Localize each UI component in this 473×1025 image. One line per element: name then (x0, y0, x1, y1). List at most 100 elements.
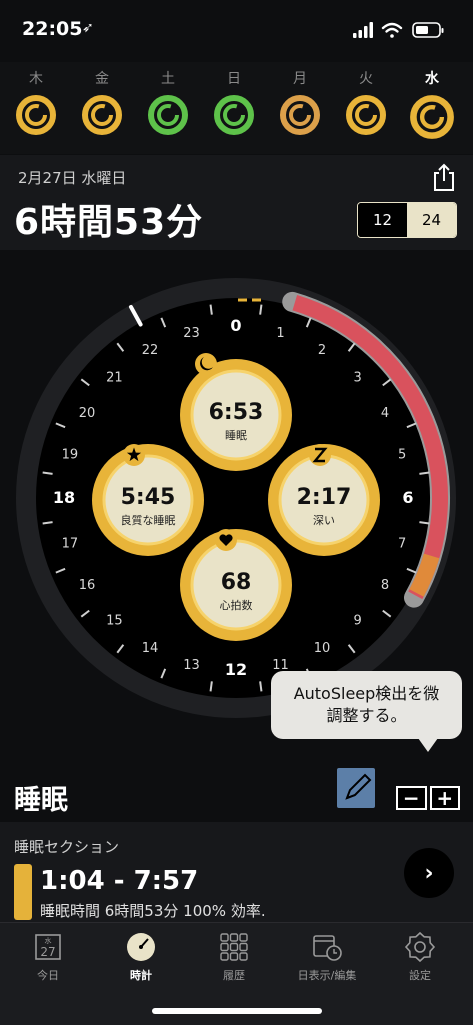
section-detail-button[interactable]: › (404, 848, 454, 898)
format-24-button[interactable]: 24 (407, 203, 456, 237)
stat-value: 6:53 (209, 400, 264, 425)
hour-format-toggle[interactable]: 12 24 (357, 202, 457, 238)
moon-icon[interactable] (404, 748, 454, 788)
heart-icon (215, 529, 237, 551)
tab-label: 設定 (409, 969, 431, 982)
hour-label: 3 (353, 370, 361, 385)
week-day-4[interactable]: 月 (272, 68, 328, 136)
status-time: 22:05 (22, 18, 83, 40)
sleep-section: 睡眠セクション 1:04 - 7:57 睡眠時間 6時間53分 100% 効率. (0, 822, 473, 922)
hour-label: 5 (398, 447, 406, 462)
hour-label: 12 (225, 660, 247, 679)
tab-label: 時計 (130, 969, 152, 982)
hour-label: 19 (62, 447, 79, 462)
wifi-icon (381, 22, 403, 38)
tab-clock[interactable]: 時計 (96, 931, 186, 983)
clock-icon (127, 933, 155, 961)
hour-label: 23 (183, 326, 200, 341)
pencil-icon (345, 773, 372, 800)
activity-ring-icon (148, 95, 188, 135)
total-sleep: 6時間53分 (14, 202, 204, 243)
stat-dial-2[interactable]: 2:17 深い (268, 444, 380, 556)
week-day-2[interactable]: 土 (140, 68, 196, 136)
activity-ring-icon (346, 95, 386, 135)
section-time-range: 1:04 - 7:57 (40, 866, 199, 896)
hour-label: 1 (276, 326, 284, 341)
hour-label: 13 (183, 658, 200, 673)
autosleep-tooltip[interactable]: AutoSleep検出を微 調整する。 (271, 671, 462, 739)
tab-calendar-clock[interactable]: 日表示/編集 (282, 931, 372, 983)
status-icons (353, 22, 444, 38)
hour-label: 7 (398, 537, 406, 552)
week-strip: 木金土日月火水 (0, 62, 473, 154)
calendar-icon: 水27 (35, 934, 61, 960)
hour-label: 22 (142, 343, 159, 358)
hour-tick (42, 521, 53, 525)
date-label: 2月27日 水曜日 (18, 169, 127, 187)
home-indicator (152, 1008, 322, 1014)
week-day-label: 日 (227, 71, 241, 87)
activity-ring-icon (214, 95, 254, 135)
tooltip-line-1: AutoSleep検出を微 (293, 684, 440, 703)
hour-label: 8 (381, 578, 389, 593)
week-day-label: 木 (29, 71, 43, 87)
edit-button[interactable] (337, 768, 375, 808)
stat-dial-1[interactable]: 5:45 良質な睡眠 (92, 444, 204, 556)
stat-value: 5:45 (121, 485, 176, 510)
stat-label: 良質な睡眠 (121, 513, 176, 527)
week-day-label: 水 (425, 71, 439, 87)
hour-label: 21 (106, 370, 123, 385)
hour-tick (419, 471, 430, 475)
hour-label: 20 (79, 406, 96, 421)
hour-label: 14 (142, 641, 159, 656)
activity-ring-icon (82, 95, 122, 135)
grid-icon (220, 933, 248, 961)
hour-label: 16 (79, 578, 96, 593)
cellular-icon (353, 22, 373, 38)
tab-gear[interactable]: 設定 (375, 931, 465, 983)
battery-icon (412, 22, 444, 38)
tab-calendar[interactable]: 水 27 今日 (3, 931, 93, 983)
hour-label: 2 (318, 343, 326, 358)
hour-label: 0 (230, 316, 241, 335)
stat-value: 68 (221, 570, 252, 595)
tab-label: 日表示/編集 (297, 969, 357, 982)
format-12-button[interactable]: 12 (358, 203, 407, 237)
stat-label: 深い (313, 514, 335, 527)
hour-tick (209, 681, 213, 692)
tab-grid[interactable]: 履歴 (189, 931, 279, 983)
stat-dial-3[interactable]: 68 心拍数 (180, 529, 292, 641)
week-day-1[interactable]: 金 (74, 68, 130, 136)
section-title: 睡眠セクション (14, 838, 120, 856)
day-header: 2月27日 水曜日 6時間53分 12 24 (0, 155, 473, 250)
week-day-label: 火 (359, 71, 373, 87)
hour-tick (42, 471, 53, 475)
hour-tick (259, 304, 263, 315)
plus-button[interactable]: + (429, 786, 460, 810)
week-day-0[interactable]: 木 (8, 68, 64, 136)
star-icon (123, 444, 145, 466)
z-icon (309, 444, 331, 466)
hour-label: 6 (402, 488, 413, 507)
hour-tick (419, 521, 430, 525)
share-icon[interactable] (431, 163, 457, 193)
week-day-6[interactable]: 水 (404, 68, 460, 140)
gear-icon (404, 931, 436, 963)
hour-label: 4 (381, 406, 389, 421)
hour-tick (209, 304, 213, 315)
adjust-stepper[interactable]: − + (396, 786, 460, 810)
location-icon: ➶ (82, 20, 94, 36)
week-day-3[interactable]: 日 (206, 68, 262, 136)
tooltip-line-2: 調整する。 (326, 706, 407, 725)
hour-tick (259, 681, 263, 692)
hour-label: 9 (353, 614, 361, 629)
week-day-label: 金 (95, 71, 109, 87)
hour-label: 15 (106, 614, 123, 629)
calendar-day: 27 (40, 945, 55, 959)
section-color-bar (14, 864, 32, 920)
week-day-5[interactable]: 火 (338, 68, 394, 136)
hour-label: 10 (314, 641, 331, 656)
minus-button[interactable]: − (396, 786, 427, 810)
activity-ring-icon (280, 95, 320, 135)
calendar-clock-icon (313, 935, 342, 961)
